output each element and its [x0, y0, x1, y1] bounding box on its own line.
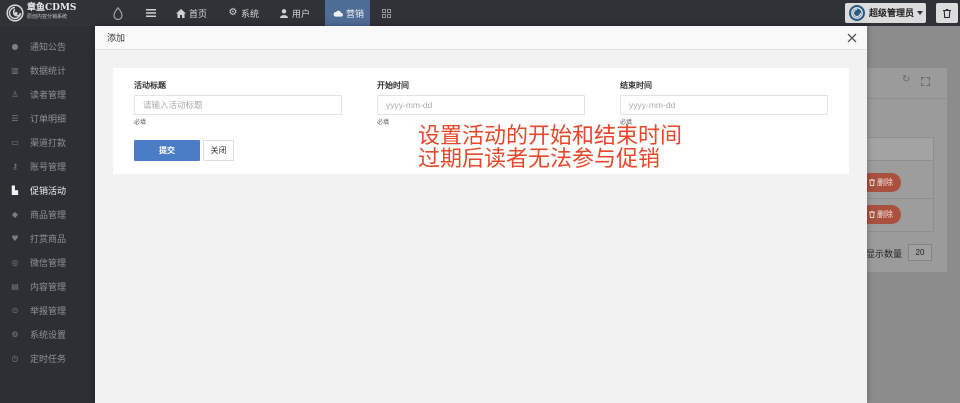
nav-home[interactable]: 首页 [176, 0, 207, 26]
user-name: 超级管理员 [869, 8, 915, 18]
brand-name: 章鱼CDMS [27, 3, 77, 13]
nav-users-label: 用户 [292, 8, 311, 19]
home-icon [176, 8, 186, 18]
key-icon: ⚷ [12, 162, 18, 171]
close-icon[interactable] [847, 33, 857, 43]
chat-icon: ● [11, 42, 19, 51]
list-icon: ☰ [11, 114, 19, 123]
submit-button[interactable]: 提交 [134, 140, 200, 161]
gear-icon: ⚙ [228, 7, 238, 18]
report-icon: ⊙ [11, 306, 19, 315]
sidebar-item-label: 渠道打款 [30, 138, 67, 148]
sidebar-item-content[interactable]: ▤ 内容管理 [0, 275, 95, 299]
delete-button-label: 删除 [877, 178, 893, 187]
sidebar-item-wechat[interactable]: ◎ 微信管理 [0, 251, 95, 275]
heart-icon: ♥ [11, 234, 19, 243]
wechat-icon: ◎ [11, 258, 19, 267]
reader-icon: ♙ [11, 90, 19, 99]
title-input[interactable] [134, 95, 342, 115]
menu-toggle-icon[interactable] [146, 9, 156, 17]
refresh-icon[interactable]: ↻ [902, 74, 910, 86]
sidebar-item-label: 系统设置 [30, 330, 67, 340]
shopping-bag-icon: ▙ [11, 186, 19, 195]
field-label: 开始时间 [377, 81, 409, 90]
cloud-icon [333, 9, 343, 17]
octopus-logo-icon [6, 4, 24, 22]
sidebar-item-payouts[interactable]: ▭ 渠道打款 [0, 131, 95, 155]
sidebar-item-label: 数据统计 [30, 66, 67, 76]
delete-button-label: 删除 [877, 210, 893, 219]
sidebar-item-label: 内容管理 [30, 282, 67, 292]
user-menu[interactable]: 超级管理员 [845, 3, 926, 23]
sidebar-item-label: 订单明细 [30, 114, 67, 124]
sidebar-item-label: 商品管理 [30, 210, 67, 220]
diamond-icon: ◆ [11, 210, 19, 219]
sidebar-item-label: 通知公告 [30, 42, 67, 52]
nav-marketing-label: 营销 [346, 8, 365, 19]
settings-icon: ⚙ [11, 330, 19, 339]
close-button[interactable]: 关闭 [203, 140, 234, 161]
brand-tagline: 原创内容分销系统 [27, 14, 68, 20]
bar-chart-icon: ▥ [11, 66, 19, 75]
sidebar-item-products[interactable]: ◆ 商品管理 [0, 203, 95, 227]
expand-icon[interactable] [921, 77, 930, 86]
sidebar-item-accounts[interactable]: ⚷ 账号管理 [0, 155, 95, 179]
sidebar-item-orders[interactable]: ☰ 订单明细 [0, 107, 95, 131]
end-date-input[interactable] [620, 95, 828, 115]
trash-icon [869, 211, 875, 218]
nav-system-label: 系统 [241, 8, 260, 19]
top-bar: 章鱼CDMS 原创内容分销系统 首页 ⚙ 系统 用户 营销 超级管理员 [0, 0, 960, 26]
clock-icon: ◷ [11, 354, 19, 363]
sidebar: ● 通知公告 ▥ 数据统计 ♙ 读者管理 ☰ 订单明细 ▭ 渠道打款 ⚷ 账号管… [0, 26, 95, 403]
nav-users[interactable]: 用户 [279, 0, 310, 26]
droplet-icon[interactable] [113, 6, 123, 21]
nav-system[interactable]: ⚙ 系统 [228, 0, 260, 26]
field-label: 活动标题 [134, 81, 166, 90]
sidebar-item-label: 读者管理 [30, 90, 67, 100]
sidebar-item-notices[interactable]: ● 通知公告 [0, 35, 95, 59]
grid-icon[interactable] [382, 9, 391, 18]
brand-logo[interactable]: 章鱼CDMS 原创内容分销系统 [0, 0, 95, 26]
field-label: 结束时间 [620, 81, 652, 90]
nav-marketing[interactable]: 营销 [325, 0, 371, 26]
required-hint: 必填 [377, 120, 390, 126]
start-date-input[interactable] [377, 95, 585, 115]
sidebar-item-label: 账号管理 [30, 162, 67, 172]
required-hint: 必填 [134, 120, 147, 126]
sidebar-item-scheduled-tasks[interactable]: ◷ 定时任务 [0, 347, 95, 371]
sidebar-item-label: 微信管理 [30, 258, 67, 268]
sidebar-item-promotions[interactable]: ▙ 促销活动 [0, 179, 95, 203]
trash-icon [943, 8, 951, 18]
sidebar-item-label: 促销活动 [30, 186, 67, 196]
sidebar-item-statistics[interactable]: ▥ 数据统计 [0, 59, 95, 83]
clear-cache-button[interactable] [936, 3, 958, 23]
modal-title: 添加 [107, 33, 126, 43]
sidebar-item-label: 打赏商品 [30, 234, 67, 244]
modal-header: 添加 [95, 26, 867, 50]
page-size-label: 显示数量 [866, 249, 903, 259]
trash-icon [869, 179, 875, 186]
nav-home-label: 首页 [189, 8, 208, 19]
add-promotion-modal: 添加 活动标题 必填 开始时间 必填 结束时间 必填 提交 关闭 [95, 26, 867, 403]
file-icon: ▤ [11, 282, 19, 291]
sidebar-item-tip-products[interactable]: ♥ 打赏商品 [0, 227, 95, 251]
field-title: 活动标题 必填 [134, 68, 342, 138]
chevron-down-icon [917, 11, 923, 15]
annotation-note: 设置活动的开始和结束时间 过期后读者无法参与促销 [418, 125, 682, 171]
sidebar-item-readers[interactable]: ♙ 读者管理 [0, 83, 95, 107]
avatar-icon [849, 5, 865, 21]
credit-card-icon: ▭ [11, 138, 19, 147]
sidebar-item-label: 定时任务 [30, 354, 67, 364]
annotation-line: 设置活动的开始和结束时间 [418, 124, 683, 149]
page-size-input[interactable]: 20 [908, 244, 932, 261]
annotation-line: 过期后读者无法参与促销 [418, 147, 661, 172]
sidebar-item-settings[interactable]: ⚙ 系统设置 [0, 323, 95, 347]
sidebar-item-label: 举报管理 [30, 306, 67, 316]
user-icon [279, 8, 289, 18]
sidebar-item-reports[interactable]: ⊙ 举报管理 [0, 299, 95, 323]
